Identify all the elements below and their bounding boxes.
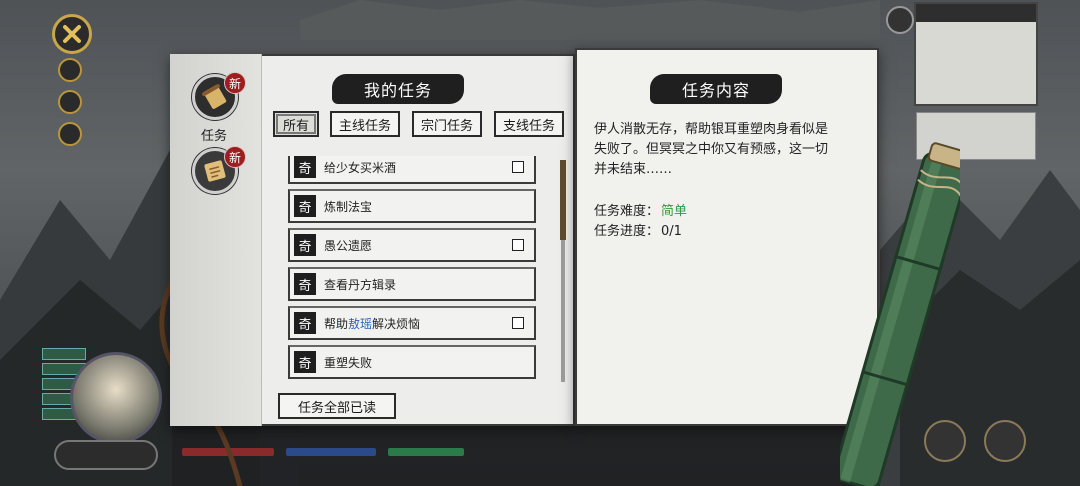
quest-name: 重塑失败 [324,355,373,370]
status-tag [42,348,86,360]
quest-type-icon: 奇 [294,273,316,295]
mana-bar [286,448,376,456]
character-name-button[interactable] [54,440,158,470]
bamboo-scroll-decoration [840,142,960,486]
quest-row[interactable]: 奇 查看丹方辑录 [288,267,536,301]
quest-name: 帮助敖瑶解决烦恼 [324,315,420,332]
quest-type-icon: 奇 [294,351,316,373]
quest-content-title: 任务内容 [650,74,782,104]
bottom-hud-bar [172,424,872,486]
quest-type-icon: 奇 [294,195,316,217]
quest-name: 愚公遗愿 [324,238,373,253]
menu-dot-button[interactable] [58,90,82,114]
difficulty-value: 简单 [661,204,688,219]
quest-row[interactable]: 奇 给少女买米酒 [288,156,536,184]
quest-name: 炼制法宝 [324,199,373,214]
stamina-bar [388,448,464,456]
quest-description: 伊人消散无存，帮助银耳重塑肉身看似是失败了。但冥冥之中你又有预感，这一切并未结束… [594,122,829,177]
progress-line: 任务进度： 0/1 [594,220,682,239]
menu-dot-button[interactable] [58,122,82,146]
minimap[interactable] [914,2,1038,106]
quest-name-part: 帮助 [324,316,349,331]
minimap-header [916,4,1036,22]
close-button[interactable] [52,14,92,54]
quest-checkbox[interactable] [512,239,524,251]
close-icon [63,25,81,43]
menu-dot-button[interactable] [58,58,82,82]
quest-type-icon: 奇 [294,156,316,178]
quest-name-part: 解决烦恼 [372,316,421,331]
quest-type-icon: 奇 [294,312,316,334]
npc-name-highlight: 敖瑶 [348,316,373,331]
quest-button[interactable] [984,420,1026,462]
filter-all-button[interactable]: 所有 [273,111,319,137]
quest-checkbox[interactable] [512,317,524,329]
filter-sect-button[interactable]: 宗门任务 [412,111,482,137]
difficulty-label: 任务难度： [594,204,660,219]
scrollbar-thumb[interactable] [560,160,566,240]
quest-name: 给少女买米酒 [324,160,397,175]
filter-main-button[interactable]: 主线任务 [330,111,400,137]
quest-row[interactable]: 奇 愚公遗愿 [288,228,536,262]
mark-all-read-button[interactable]: 任务全部已读 [278,393,396,419]
progress-value: 0/1 [661,224,682,239]
quest-type-icon: 奇 [294,234,316,256]
settings-gear-button[interactable] [886,6,914,34]
character-portrait[interactable] [70,352,162,444]
my-quests-title: 我的任务 [332,74,464,104]
quest-checkbox[interactable] [512,161,524,173]
quest-row[interactable]: 奇 重塑失败 [288,345,536,379]
filter-side-button[interactable]: 支线任务 [494,111,564,137]
quest-list[interactable]: 奇 给少女买米酒 奇 炼制法宝 奇 愚公遗愿 奇 查看丹方辑录 奇 帮助敖瑶解决… [288,156,536,382]
quest-name: 查看丹方辑录 [324,277,397,292]
quest-row[interactable]: 奇 炼制法宝 [288,189,536,223]
difficulty-line: 任务难度： 简单 [594,200,687,219]
left-menu-column [58,58,84,154]
new-badge: 新 [224,72,246,94]
new-badge: 新 [224,146,246,168]
tab-quests-label: 任务 [201,129,228,144]
quest-row[interactable]: 奇 帮助敖瑶解决烦恼 [288,306,536,340]
progress-label: 任务进度： [594,224,660,239]
